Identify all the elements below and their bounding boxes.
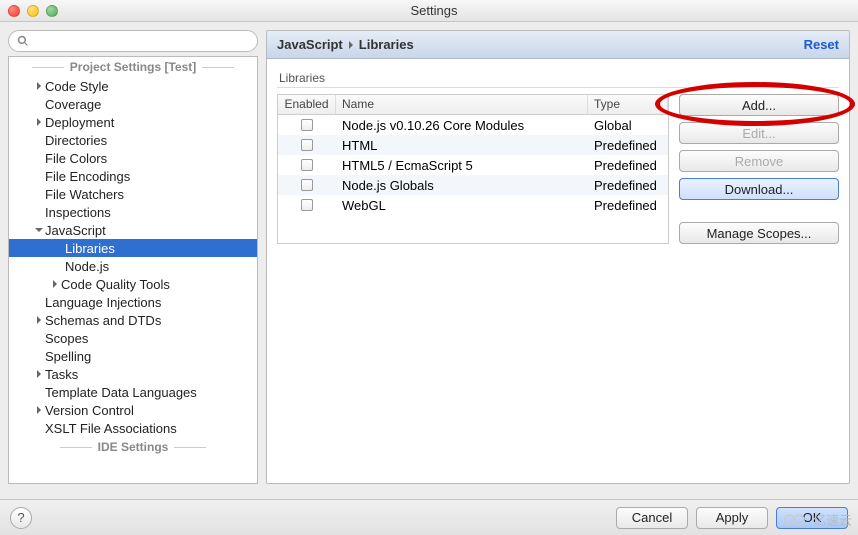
checkbox[interactable]	[301, 119, 313, 131]
cell-name: Node.js v0.10.26 Core Modules	[336, 118, 588, 133]
tree-arrow-icon	[33, 82, 45, 90]
tree-item-label: Code Style	[45, 79, 109, 94]
tree-item-label: XSLT File Associations	[45, 421, 177, 436]
tree-arrow-icon	[49, 280, 61, 288]
tree-item[interactable]: Directories	[9, 131, 257, 149]
breadcrumb-leaf: Libraries	[359, 37, 414, 52]
checkbox[interactable]	[301, 179, 313, 191]
settings-tree[interactable]: Project Settings [Test] Code Style Covera…	[8, 56, 258, 484]
tree-item[interactable]: Language Injections	[9, 293, 257, 311]
window-title: Settings	[18, 3, 850, 18]
tree-arrow-icon	[33, 370, 45, 378]
breadcrumb: JavaScript Libraries Reset	[267, 31, 849, 59]
table-row[interactable]: HTMLPredefined	[278, 135, 668, 155]
tree-item[interactable]: File Colors	[9, 149, 257, 167]
col-name[interactable]: Name	[336, 95, 588, 114]
tree-item-label: JavaScript	[45, 223, 106, 238]
tree-item-label: File Encodings	[45, 169, 130, 184]
tree-arrow-icon	[33, 226, 45, 234]
download-button[interactable]: Download...	[679, 178, 839, 200]
manage-scopes-button[interactable]: Manage Scopes...	[679, 222, 839, 244]
bottom-bar: ? Cancel Apply OK	[0, 499, 858, 535]
tree-item-label: Tasks	[45, 367, 78, 382]
col-type[interactable]: Type	[588, 95, 668, 114]
tree-item[interactable]: Node.js	[9, 257, 257, 275]
chevron-right-icon	[347, 37, 355, 52]
checkbox[interactable]	[301, 139, 313, 151]
tree-item[interactable]: Code Quality Tools	[9, 275, 257, 293]
checkbox[interactable]	[301, 159, 313, 171]
cell-name: HTML	[336, 138, 588, 153]
tree-item[interactable]: Deployment	[9, 113, 257, 131]
breadcrumb-root[interactable]: JavaScript	[277, 37, 343, 52]
search-input[interactable]	[33, 34, 249, 48]
tree-item-label: Schemas and DTDs	[45, 313, 161, 328]
cell-type: Predefined	[588, 138, 668, 153]
tree-item-label: File Colors	[45, 151, 107, 166]
tree-arrow-icon	[33, 316, 45, 324]
tree-item[interactable]: Coverage	[9, 95, 257, 113]
tree-item-label: File Watchers	[45, 187, 124, 202]
search-icon	[17, 35, 29, 47]
checkbox[interactable]	[301, 199, 313, 211]
reset-link[interactable]: Reset	[804, 37, 839, 52]
table-row[interactable]: WebGLPredefined	[278, 195, 668, 215]
cancel-button[interactable]: Cancel	[616, 507, 688, 529]
tree-item-label: Spelling	[45, 349, 91, 364]
cell-name: Node.js Globals	[336, 178, 588, 193]
cell-name: HTML5 / EcmaScript 5	[336, 158, 588, 173]
tree-item[interactable]: XSLT File Associations	[9, 419, 257, 437]
tree-item[interactable]: Template Data Languages	[9, 383, 257, 401]
tree-item-label: Code Quality Tools	[61, 277, 170, 292]
table-header: Enabled Name Type	[278, 95, 668, 115]
tree-item[interactable]: JavaScript	[9, 221, 257, 239]
cell-type: Predefined	[588, 198, 668, 213]
tree-item-label: Language Injections	[45, 295, 161, 310]
tree-item[interactable]: Code Style	[9, 77, 257, 95]
cell-type: Predefined	[588, 158, 668, 173]
table-row[interactable]: HTML5 / EcmaScript 5Predefined	[278, 155, 668, 175]
tree-arrow-icon	[33, 118, 45, 126]
tree-item-label: Scopes	[45, 331, 88, 346]
table-row[interactable]: Node.js GlobalsPredefined	[278, 175, 668, 195]
watermark: 亿速云	[783, 510, 852, 529]
cell-type: Global	[588, 118, 668, 133]
tree-item-label: Deployment	[45, 115, 114, 130]
libraries-table[interactable]: Enabled Name Type Node.js v0.10.26 Core …	[277, 94, 669, 244]
tree-item-label: Version Control	[45, 403, 134, 418]
tree-item-label: Coverage	[45, 97, 101, 112]
table-row[interactable]: Node.js v0.10.26 Core ModulesGlobal	[278, 115, 668, 135]
tree-section-ide: IDE Settings	[9, 437, 257, 457]
tree-item[interactable]: Spelling	[9, 347, 257, 365]
tree-item-label: Template Data Languages	[45, 385, 197, 400]
remove-button[interactable]: Remove	[679, 150, 839, 172]
apply-button[interactable]: Apply	[696, 507, 768, 529]
help-button[interactable]: ?	[10, 507, 32, 529]
col-enabled[interactable]: Enabled	[278, 95, 336, 114]
tree-item-label: Node.js	[65, 259, 109, 274]
tree-item-label: Inspections	[45, 205, 111, 220]
panel-label: Libraries	[277, 71, 839, 85]
cell-name: WebGL	[336, 198, 588, 213]
search-field-wrapper[interactable]	[8, 30, 258, 52]
cell-type: Predefined	[588, 178, 668, 193]
tree-item[interactable]: File Encodings	[9, 167, 257, 185]
tree-section-project: Project Settings [Test]	[9, 57, 257, 77]
title-bar: Settings	[0, 0, 858, 22]
add-button[interactable]: Add...	[679, 94, 839, 116]
tree-item[interactable]: Inspections	[9, 203, 257, 221]
tree-arrow-icon	[33, 406, 45, 414]
tree-item[interactable]: Scopes	[9, 329, 257, 347]
edit-button[interactable]: Edit...	[679, 122, 839, 144]
tree-item[interactable]: Schemas and DTDs	[9, 311, 257, 329]
tree-item[interactable]: Libraries	[9, 239, 257, 257]
tree-item-label: Directories	[45, 133, 107, 148]
tree-item[interactable]: Version Control	[9, 401, 257, 419]
tree-item-label: Libraries	[65, 241, 115, 256]
tree-item[interactable]: Tasks	[9, 365, 257, 383]
tree-item[interactable]: File Watchers	[9, 185, 257, 203]
